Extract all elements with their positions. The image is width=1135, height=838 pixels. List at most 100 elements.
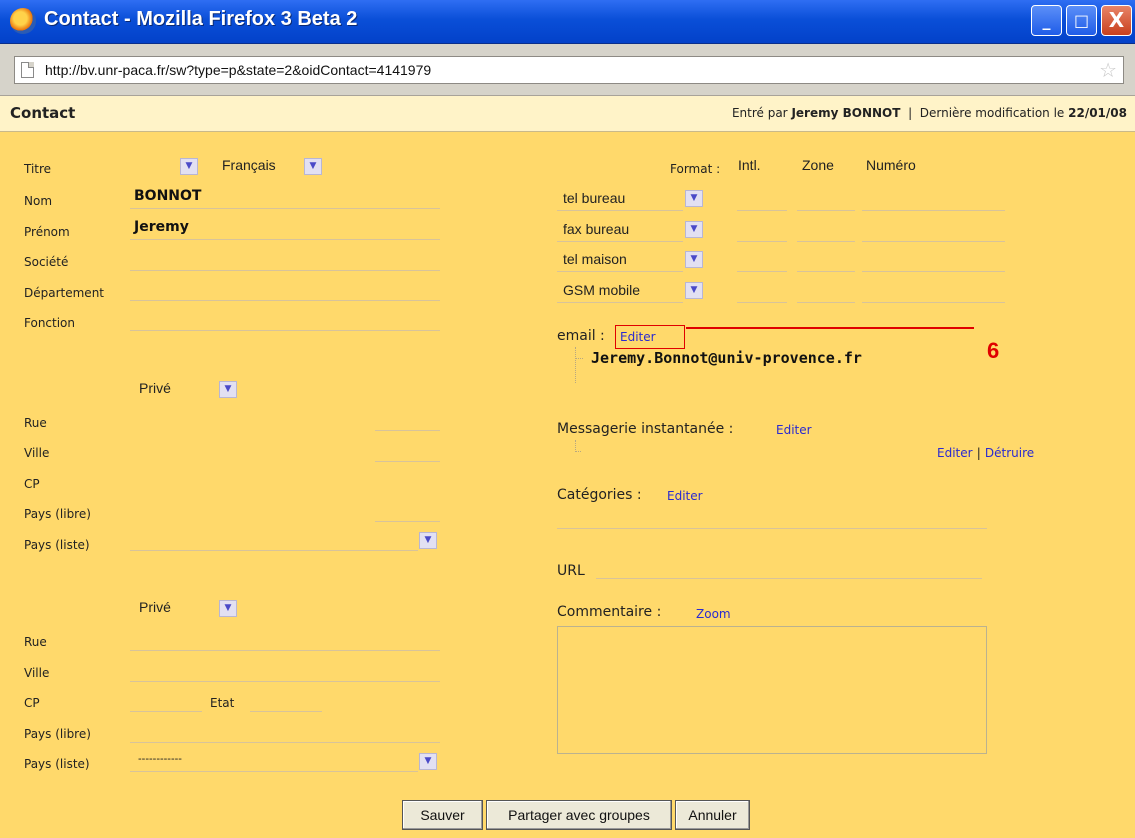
chevron-down-icon[interactable]: ▼ — [419, 532, 437, 549]
numero-field[interactable] — [862, 302, 1005, 303]
modified-label: Dernière modification le — [919, 106, 1065, 120]
address2-type-select[interactable]: Privé ▼ — [135, 598, 245, 620]
pays-liste2-select[interactable]: ------------ ▼ — [130, 750, 442, 772]
categories-label: Catégories : — [557, 487, 642, 503]
im-delete-link[interactable]: Détruire — [985, 446, 1034, 460]
im-edit-link[interactable]: Editer — [776, 423, 812, 437]
prenom-field[interactable] — [130, 239, 440, 240]
format-label: Format : — [670, 162, 721, 176]
zone-field[interactable] — [797, 241, 855, 242]
maximize-button[interactable]: □ — [1066, 5, 1097, 36]
select-underline — [557, 241, 683, 242]
comment-label: Commentaire : — [557, 604, 662, 620]
pays-liste-select[interactable]: ▼ — [130, 530, 442, 552]
chevron-down-icon[interactable]: ▼ — [304, 158, 322, 175]
societe-label: Société — [24, 255, 69, 269]
ville2-field[interactable] — [130, 681, 440, 682]
nom-value[interactable]: BONNOT — [134, 188, 201, 204]
close-button[interactable]: X — [1101, 5, 1132, 36]
societe-field[interactable] — [130, 270, 440, 271]
url-input[interactable] — [596, 578, 982, 579]
cp-label: CP — [24, 477, 40, 491]
select-underline — [130, 550, 418, 551]
phone-type-value: fax bureau — [563, 221, 630, 237]
cp2-field[interactable] — [130, 711, 202, 712]
zone-field[interactable] — [797, 271, 855, 272]
address1-type-value: Privé — [139, 380, 171, 396]
nom-field[interactable] — [130, 208, 440, 209]
share-groups-button[interactable]: Partager avec groupes — [486, 800, 672, 830]
tree-connector — [575, 358, 583, 359]
phone-type-value: GSM mobile — [563, 282, 641, 298]
numero-field[interactable] — [862, 271, 1005, 272]
url-label: URL — [557, 563, 585, 579]
minimize-button[interactable]: _ — [1031, 5, 1062, 36]
chevron-down-icon[interactable]: ▼ — [219, 600, 237, 617]
firefox-logo-icon — [10, 8, 36, 34]
numero-field[interactable] — [862, 241, 1005, 242]
pays-liste2-value: ------------ — [138, 753, 182, 765]
fonction-label: Fonction — [24, 316, 76, 330]
rue2-label: Rue — [24, 635, 47, 649]
chevron-down-icon[interactable]: ▼ — [180, 158, 198, 175]
phone-type-select[interactable]: tel bureau ▼ — [557, 187, 707, 211]
zone-field[interactable] — [797, 210, 855, 211]
chevron-down-icon[interactable]: ▼ — [685, 282, 703, 299]
phone-row: tel bureau ▼ — [557, 187, 1007, 213]
chevron-down-icon[interactable]: ▼ — [685, 221, 703, 238]
pays-libre2-field[interactable] — [130, 742, 440, 743]
etat-label: Etat — [210, 696, 235, 710]
pays-libre-field[interactable] — [375, 521, 440, 522]
chevron-down-icon[interactable]: ▼ — [685, 251, 703, 268]
intl-field[interactable] — [737, 302, 787, 303]
titre-select[interactable]: ▼ — [130, 156, 200, 178]
email-value[interactable]: Jeremy.Bonnot@univ-provence.fr — [591, 349, 862, 367]
im-actions-sep: | — [976, 446, 981, 460]
etat-field[interactable] — [250, 711, 322, 712]
bookmark-star-icon[interactable]: ☆ — [1099, 58, 1117, 82]
comment-textarea[interactable] — [557, 626, 987, 754]
rue-field[interactable] — [375, 430, 440, 431]
tree-connector — [575, 451, 581, 452]
chevron-down-icon[interactable]: ▼ — [419, 753, 437, 770]
zone-field[interactable] — [797, 302, 855, 303]
annotation-number: 6 — [987, 338, 1000, 363]
fonction-field[interactable] — [130, 330, 440, 331]
ville-field[interactable] — [375, 461, 440, 462]
email-label: email : — [557, 328, 605, 344]
address1-type-select[interactable]: Privé ▼ — [135, 379, 245, 401]
departement-label: Département — [24, 286, 104, 300]
entered-by-label: Entré par — [731, 106, 788, 120]
rue2-field[interactable] — [130, 650, 440, 651]
email-edit-link[interactable]: Editer — [620, 330, 656, 344]
save-button[interactable]: Sauver — [402, 800, 483, 830]
phone-type-select[interactable]: fax bureau ▼ — [557, 218, 707, 242]
numero-field[interactable] — [862, 210, 1005, 211]
url-field[interactable]: http://bv.unr-paca.fr/sw?type=p&state=2&… — [14, 56, 1124, 84]
departement-field[interactable] — [130, 300, 440, 301]
chevron-down-icon[interactable]: ▼ — [219, 381, 237, 398]
categories-field[interactable] — [557, 528, 987, 529]
comment-zoom-link[interactable]: Zoom — [696, 607, 731, 621]
select-underline — [557, 302, 683, 303]
chevron-down-icon[interactable]: ▼ — [685, 190, 703, 207]
phone-type-select[interactable]: tel maison ▼ — [557, 248, 707, 272]
cancel-button[interactable]: Annuler — [675, 800, 750, 830]
tree-connector — [575, 347, 576, 383]
col-intl: Intl. — [738, 157, 761, 173]
intl-field[interactable] — [737, 241, 787, 242]
language-value: Français — [222, 157, 276, 173]
im-edit2-link[interactable]: Editer — [937, 446, 973, 460]
url-text[interactable]: http://bv.unr-paca.fr/sw?type=p&state=2&… — [45, 62, 431, 78]
phone-row: GSM mobile ▼ — [557, 279, 1007, 305]
col-zone: Zone — [802, 157, 834, 173]
intl-field[interactable] — [737, 210, 787, 211]
phone-row: tel maison ▼ — [557, 248, 1007, 274]
pays-liste2-label: Pays (liste) — [24, 757, 90, 771]
intl-field[interactable] — [737, 271, 787, 272]
categories-edit-link[interactable]: Editer — [667, 489, 703, 503]
language-select[interactable]: Français ▼ — [222, 156, 327, 178]
prenom-value[interactable]: Jeremy — [134, 219, 189, 235]
phone-type-value: tel bureau — [563, 190, 626, 206]
phone-type-select[interactable]: GSM mobile ▼ — [557, 279, 707, 303]
